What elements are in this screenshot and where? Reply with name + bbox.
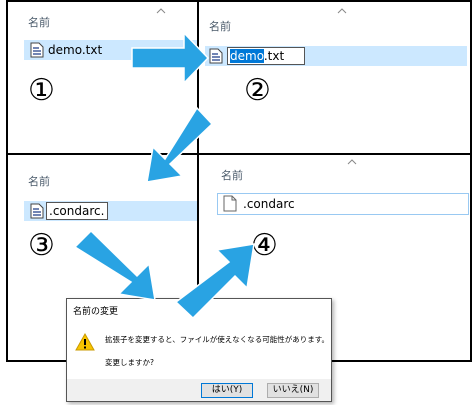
arrow-right-icon bbox=[131, 31, 210, 85]
arrow-down-left-icon bbox=[146, 106, 214, 183]
arrow-up-right-icon bbox=[174, 243, 255, 320]
arrows-overlay bbox=[73, 31, 255, 320]
arrow-down-right-icon bbox=[73, 229, 156, 301]
